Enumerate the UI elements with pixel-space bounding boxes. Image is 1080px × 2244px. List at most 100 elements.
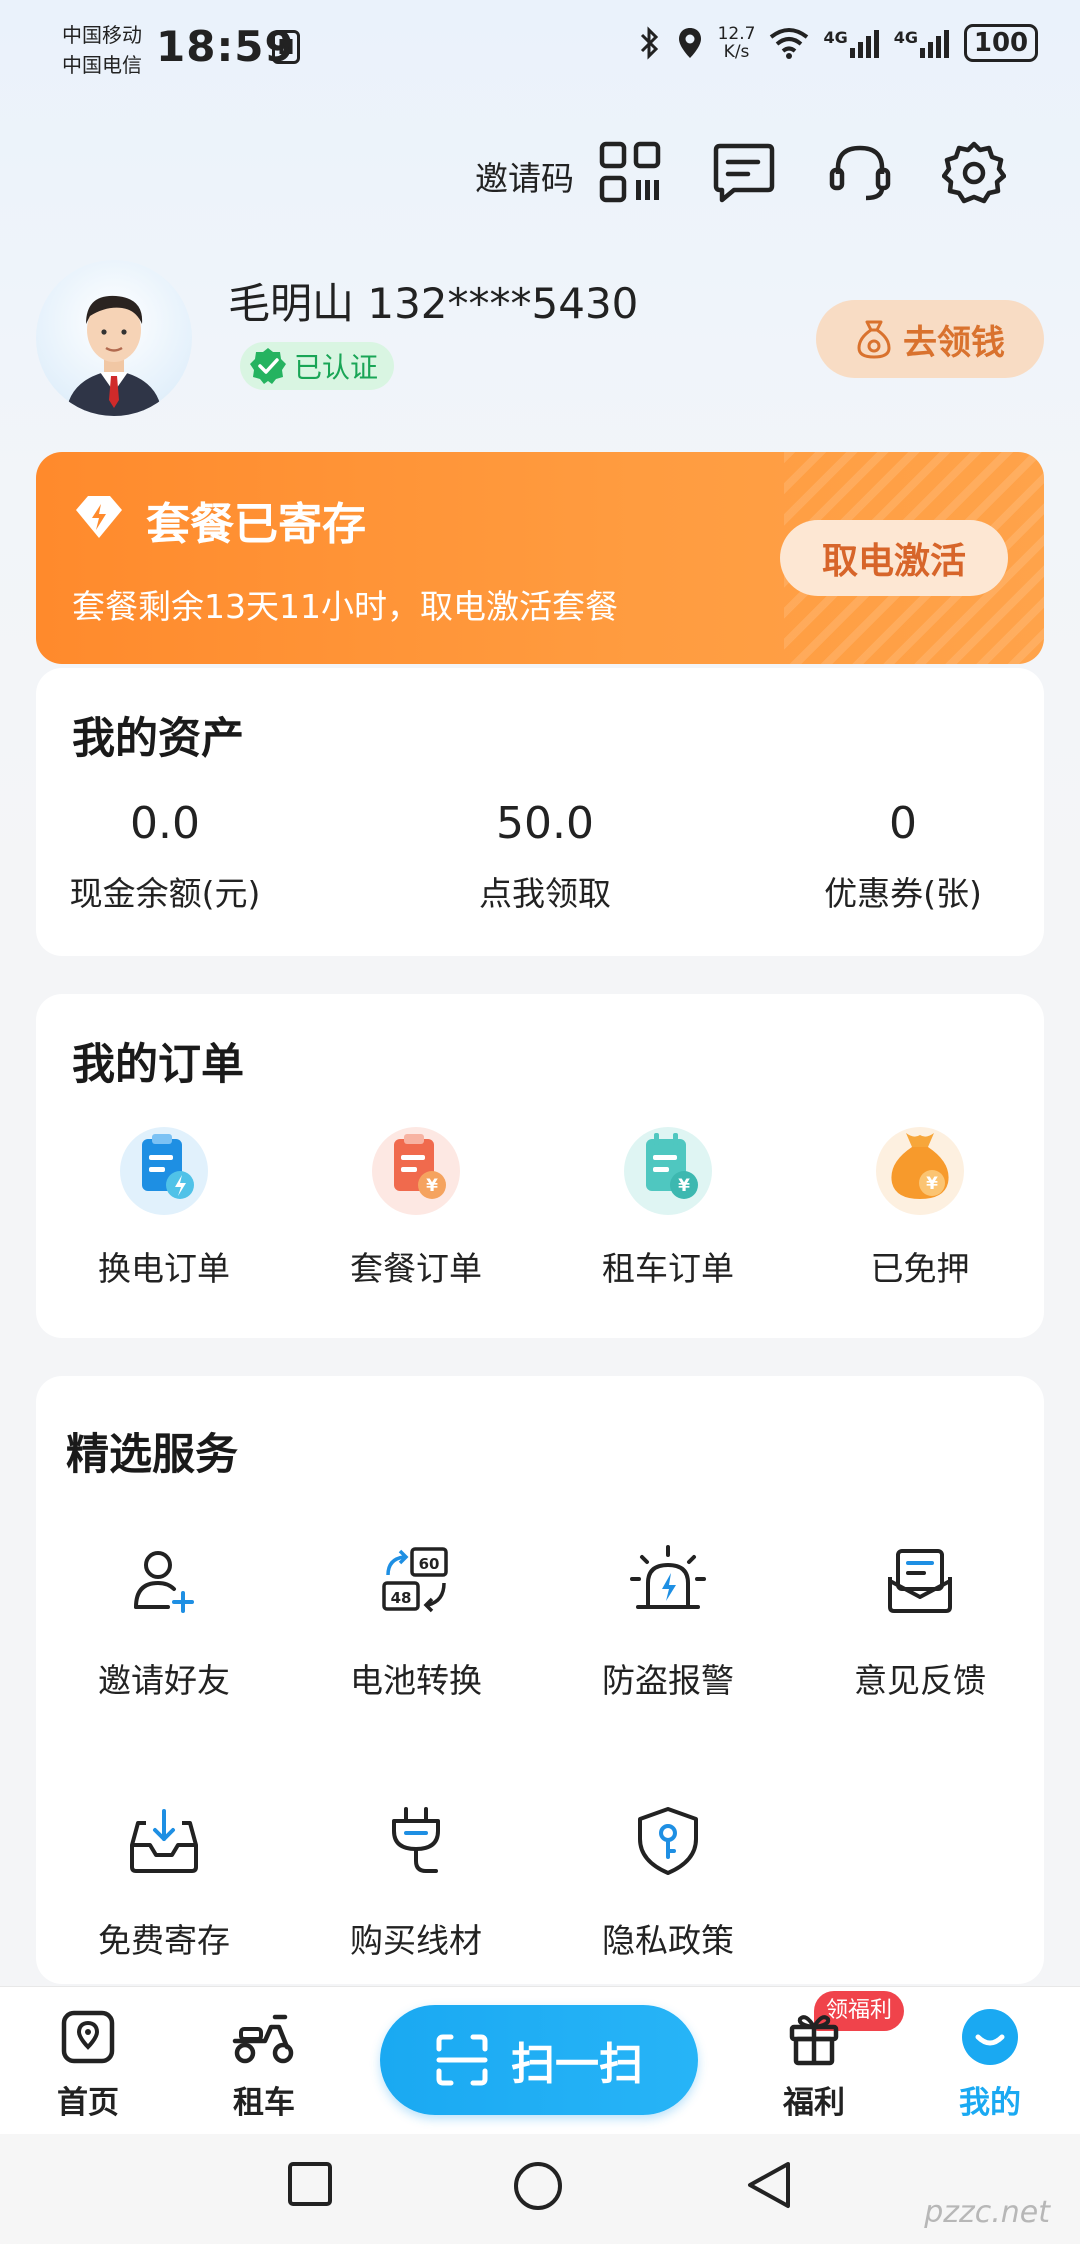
- order-swap[interactable]: 换电订单: [54, 1114, 274, 1290]
- user-name-phone: 毛明山 132****5430: [228, 279, 639, 328]
- svg-text:¥: ¥: [926, 1174, 938, 1194]
- services-title: 精选服务: [66, 1430, 238, 1480]
- asset-label: 点我领取: [479, 874, 611, 913]
- banner-subtitle: 套餐剩余13天11小时，取电激活套餐: [72, 587, 618, 626]
- money-bag-icon: ¥: [865, 1114, 975, 1224]
- battery-indicator: 100: [964, 24, 1038, 62]
- svg-text:48: 48: [391, 1589, 412, 1607]
- asset-value: 50.0: [496, 798, 594, 849]
- signal-icon: [849, 30, 879, 58]
- svg-text:¥: ¥: [678, 1176, 690, 1196]
- order-rental[interactable]: ¥ 租车订单: [558, 1114, 778, 1290]
- service-battery-convert[interactable]: 60 48 电池转换: [306, 1526, 526, 1702]
- storage-icon: [109, 1786, 219, 1896]
- service-label: 免费寄存: [98, 1921, 230, 1960]
- asset-value: 0.0: [130, 798, 200, 849]
- service-invite-friends[interactable]: 邀请好友: [54, 1526, 274, 1702]
- nfc-icon: N: [272, 30, 300, 64]
- order-package[interactable]: ¥ 套餐订单: [306, 1114, 526, 1290]
- gear-icon[interactable]: [942, 140, 1006, 204]
- services-card: 精选服务 邀请好友 60 48 电池转换 防盗报警 意见反馈 免费寄存 购买线材…: [36, 1376, 1044, 1984]
- net-speed: 12.7 K/s: [717, 24, 756, 62]
- order-label: 套餐订单: [350, 1249, 482, 1288]
- smile-face-icon: [962, 2009, 1018, 2065]
- nav-welfare[interactable]: 福利: [754, 2007, 874, 2122]
- get-money-button[interactable]: 去领钱: [816, 300, 1044, 378]
- qr-code-icon[interactable]: [598, 140, 662, 204]
- back-triangle-icon[interactable]: [744, 2158, 794, 2212]
- service-label: 购买线材: [350, 1921, 482, 1960]
- assets-title: 我的资产: [72, 714, 244, 764]
- privacy-shield-icon: [613, 1786, 723, 1896]
- lightning-diamond-icon: [76, 496, 122, 538]
- order-label: 租车订单: [602, 1249, 734, 1288]
- order-label: 已免押: [870, 1249, 970, 1288]
- battery-convert-icon: 60 48: [361, 1526, 471, 1636]
- swap-order-icon: [109, 1114, 219, 1224]
- verified-label: 已认证: [294, 351, 379, 384]
- signal-icon: [920, 30, 949, 58]
- scan-icon: [436, 2034, 488, 2086]
- nav-label: 首页: [57, 2085, 119, 2121]
- orders-card: 我的订单 换电订单 ¥ 套餐订单 ¥ 租车订单 ¥ 已免押: [36, 994, 1044, 1338]
- cable-icon: [361, 1786, 471, 1896]
- rental-order-icon: ¥: [613, 1114, 723, 1224]
- asset-value: 0: [889, 798, 917, 849]
- scooter-icon: [232, 2014, 294, 2064]
- location-icon: [678, 28, 701, 58]
- home-circle-icon[interactable]: [512, 2160, 564, 2212]
- nav-label: 我的: [959, 2085, 1021, 2121]
- add-user-icon: [109, 1526, 219, 1636]
- get-money-label: 去领钱: [903, 322, 1005, 363]
- nav-rent[interactable]: 租车: [204, 2007, 324, 2122]
- svg-text:¥: ¥: [426, 1176, 438, 1196]
- service-label: 邀请好友: [98, 1661, 230, 1700]
- status-indicators: 12.7 K/s 4G 4G 100: [638, 24, 1038, 62]
- package-order-icon: ¥: [361, 1114, 471, 1224]
- scan-button[interactable]: 扫一扫: [380, 2005, 698, 2115]
- asset-cash[interactable]: 0.0 现金余额(元): [50, 798, 280, 915]
- service-label: 隐私政策: [602, 1921, 734, 1960]
- status-carriers: 中国移动 中国电信: [62, 20, 142, 80]
- asset-label: 现金余额(元): [69, 874, 261, 913]
- service-anti-theft[interactable]: 防盗报警: [558, 1526, 778, 1702]
- bluetooth-icon: [640, 26, 658, 60]
- service-label: 防盗报警: [602, 1661, 734, 1700]
- feedback-icon: [865, 1526, 975, 1636]
- message-icon[interactable]: [712, 140, 776, 204]
- scan-label: 扫一扫: [511, 2039, 643, 2090]
- home-location-icon: [61, 2010, 115, 2064]
- recent-apps-icon[interactable]: [286, 2160, 334, 2208]
- nav-me[interactable]: 我的: [930, 2007, 1050, 2122]
- carrier-1: 中国移动: [62, 23, 142, 47]
- asset-coupons[interactable]: 0 优惠券(张): [788, 798, 1018, 915]
- svg-text:60: 60: [419, 1555, 440, 1573]
- order-label: 换电订单: [98, 1249, 230, 1288]
- carrier-2: 中国电信: [62, 53, 142, 77]
- signal-2: 4G: [894, 28, 950, 58]
- verified-check-icon: [250, 348, 286, 384]
- asset-claim[interactable]: 50.0 点我领取: [430, 798, 660, 915]
- nav-label: 租车: [233, 2085, 295, 2121]
- alarm-icon: [613, 1526, 723, 1636]
- watermark: pzzc.net: [924, 2195, 1050, 2230]
- service-free-storage[interactable]: 免费寄存: [54, 1786, 274, 1962]
- assets-card: 我的资产 0.0 现金余额(元) 50.0 点我领取 0 优惠券(张): [36, 668, 1044, 956]
- verified-badge: 已认证: [240, 342, 395, 390]
- nav-label: 福利: [783, 2085, 845, 2121]
- headset-icon[interactable]: [828, 140, 892, 204]
- service-label: 电池转换: [350, 1661, 482, 1700]
- avatar[interactable]: [36, 260, 192, 416]
- nav-home[interactable]: 首页: [28, 2007, 148, 2122]
- service-buy-cable[interactable]: 购买线材: [306, 1786, 526, 1962]
- wifi-icon: [770, 28, 809, 59]
- order-deposit-free[interactable]: ¥ 已免押: [810, 1114, 1030, 1290]
- signal-1: 4G: [823, 28, 879, 58]
- money-bag-icon: [857, 320, 891, 359]
- activate-button[interactable]: 取电激活: [780, 520, 1008, 596]
- service-privacy-policy[interactable]: 隐私政策: [558, 1786, 778, 1962]
- service-label: 意见反馈: [854, 1661, 986, 1700]
- invite-code-label[interactable]: 邀请码: [475, 152, 574, 200]
- orders-title: 我的订单: [72, 1040, 244, 1090]
- service-feedback[interactable]: 意见反馈: [810, 1526, 1030, 1702]
